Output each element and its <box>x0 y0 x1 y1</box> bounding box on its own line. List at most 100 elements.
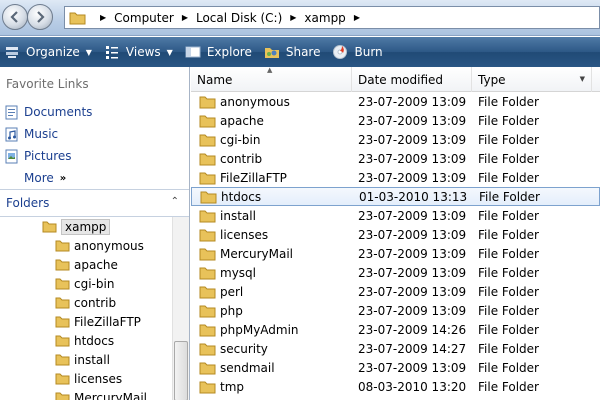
table-row[interactable]: perl 23-07-2009 13:09 File Folder <box>191 282 600 301</box>
folder-icon <box>199 115 216 127</box>
share-label: Share <box>285 45 321 59</box>
chevron-right-icon[interactable]: ▶ <box>354 13 360 22</box>
cell-type: File Folder <box>478 265 539 280</box>
share-button[interactable]: Share <box>260 37 329 67</box>
table-row[interactable]: FileZillaFTP 23-07-2009 13:09 File Folder <box>191 168 600 187</box>
tree-item[interactable]: FileZillaFTP <box>0 312 172 331</box>
tree-item-label: apache <box>74 257 118 272</box>
pictures-icon <box>5 149 18 164</box>
folder-icon <box>199 134 216 146</box>
favorite-link-music[interactable]: Music <box>0 123 189 145</box>
column-header-type[interactable]: Type ▼ <box>472 67 592 92</box>
crumb-xampp[interactable]: xampp <box>304 11 345 25</box>
favorite-links-more[interactable]: More » <box>0 167 189 189</box>
cell-name: install <box>191 209 352 223</box>
tree-item[interactable]: anonymous <box>0 236 172 255</box>
tree-item[interactable]: apache <box>0 255 172 274</box>
file-name: htdocs <box>221 189 262 204</box>
table-row[interactable]: licenses 23-07-2009 13:09 File Folder <box>191 225 600 244</box>
favorite-link-label: Music <box>24 127 59 141</box>
file-name: php <box>220 303 243 318</box>
table-row[interactable]: phpMyAdmin 23-07-2009 14:26 File Folder <box>191 320 600 339</box>
folder-icon <box>199 248 216 260</box>
cell-name: perl <box>191 285 352 299</box>
organize-button[interactable]: Organize ▼ <box>0 37 100 67</box>
chevron-right-icon[interactable]: ▶ <box>100 13 106 22</box>
scrollbar-thumb[interactable] <box>174 341 188 400</box>
column-header-date[interactable]: Date modified <box>352 67 472 92</box>
tree-item[interactable]: cgi-bin <box>0 274 172 293</box>
column-header-name[interactable]: ▲ Name <box>191 67 352 92</box>
crumb-local-disk[interactable]: Local Disk (C:) <box>196 11 282 25</box>
file-name: security <box>220 341 268 356</box>
table-row[interactable]: apache 23-07-2009 13:09 File Folder <box>191 111 600 130</box>
cell-name: sendmail <box>191 361 352 375</box>
table-row[interactable]: tmp 08-03-2010 13:20 File Folder <box>191 377 600 396</box>
file-name: MercuryMail <box>220 246 294 261</box>
table-row[interactable]: anonymous 23-07-2009 13:09 File Folder <box>191 92 600 111</box>
chevron-right-icon[interactable]: ▶ <box>290 13 296 22</box>
tree-item[interactable]: contrib <box>0 293 172 312</box>
cell-name: FileZillaFTP <box>191 171 352 185</box>
table-row[interactable]: sendmail 23-07-2009 13:09 File Folder <box>191 358 600 377</box>
table-row[interactable]: mysql 23-07-2009 13:09 File Folder <box>191 263 600 282</box>
cell-type: File Folder <box>478 341 539 356</box>
column-header-label: Date modified <box>358 72 444 87</box>
crumb-computer[interactable]: Computer <box>114 11 174 25</box>
cell-name: cgi-bin <box>191 133 352 147</box>
table-row-selected[interactable]: htdocs 01-03-2010 13:13 File Folder <box>191 187 600 206</box>
folders-header[interactable]: Folders ⌃ <box>0 189 189 217</box>
cell-type: File Folder <box>478 322 539 337</box>
tree-item[interactable]: install <box>0 350 172 369</box>
favorite-link-documents[interactable]: Documents <box>0 101 189 123</box>
documents-icon <box>5 105 18 120</box>
tree-item[interactable]: htdocs <box>0 331 172 350</box>
folder-icon <box>55 297 70 309</box>
folder-icon <box>199 362 216 374</box>
chevron-down-icon: ▼ <box>85 47 92 57</box>
back-button[interactable] <box>2 4 28 30</box>
folder-icon <box>199 153 216 165</box>
tree-item-label: contrib <box>74 295 117 310</box>
tree-item[interactable]: MercuryMail <box>0 388 172 400</box>
folder-icon <box>199 305 216 317</box>
views-label: Views <box>125 45 161 59</box>
cell-date: 23-07-2009 13:09 <box>358 360 467 375</box>
chevron-down-icon[interactable]: ▼ <box>580 75 585 83</box>
tree-item-xampp[interactable]: xampp <box>0 217 172 236</box>
tree-scrollbar[interactable] <box>172 217 189 400</box>
burn-icon <box>332 44 348 60</box>
tree-item[interactable]: licenses <box>0 369 172 388</box>
folder-icon <box>199 381 216 393</box>
favorite-links-header: Favorite Links <box>6 77 89 91</box>
cell-type: File Folder <box>478 284 539 299</box>
favorite-link-label: Documents <box>24 105 93 119</box>
table-row[interactable]: security 23-07-2009 14:27 File Folder <box>191 339 600 358</box>
cell-type: File Folder <box>478 227 539 242</box>
folder-icon <box>199 324 216 336</box>
file-name: anonymous <box>220 94 290 109</box>
file-name: phpMyAdmin <box>220 322 299 337</box>
table-row[interactable]: install 23-07-2009 13:09 File Folder <box>191 206 600 225</box>
burn-button[interactable]: Burn <box>328 37 390 67</box>
cell-name: apache <box>191 114 352 128</box>
favorite-link-pictures[interactable]: Pictures <box>0 145 189 167</box>
column-header-row: ▲ Name Date modified Type ▼ <box>191 67 600 92</box>
explore-button[interactable]: Explore <box>181 37 260 67</box>
forward-button[interactable] <box>27 4 53 30</box>
views-button[interactable]: Views ▼ <box>100 37 181 67</box>
folder-tree: xampp anonymous apache cgi-bin contrib F… <box>0 217 172 400</box>
cell-date: 23-07-2009 13:09 <box>358 303 467 318</box>
table-row[interactable]: cgi-bin 23-07-2009 13:09 File Folder <box>191 130 600 149</box>
folder-icon <box>55 373 70 385</box>
table-row[interactable]: php 23-07-2009 13:09 File Folder <box>191 301 600 320</box>
cell-type: File Folder <box>478 170 539 185</box>
chevron-right-icon[interactable]: ▶ <box>182 13 188 22</box>
cell-date: 23-07-2009 13:09 <box>358 284 467 299</box>
table-row[interactable]: MercuryMail 23-07-2009 13:09 File Folder <box>191 244 600 263</box>
cell-date: 23-07-2009 13:09 <box>358 113 467 128</box>
folder-icon <box>55 316 70 328</box>
folder-icon <box>199 210 216 222</box>
breadcrumb[interactable]: ▶ Computer ▶ Local Disk (C:) ▶ xampp ▶ <box>64 6 600 29</box>
table-row[interactable]: contrib 23-07-2009 13:09 File Folder <box>191 149 600 168</box>
